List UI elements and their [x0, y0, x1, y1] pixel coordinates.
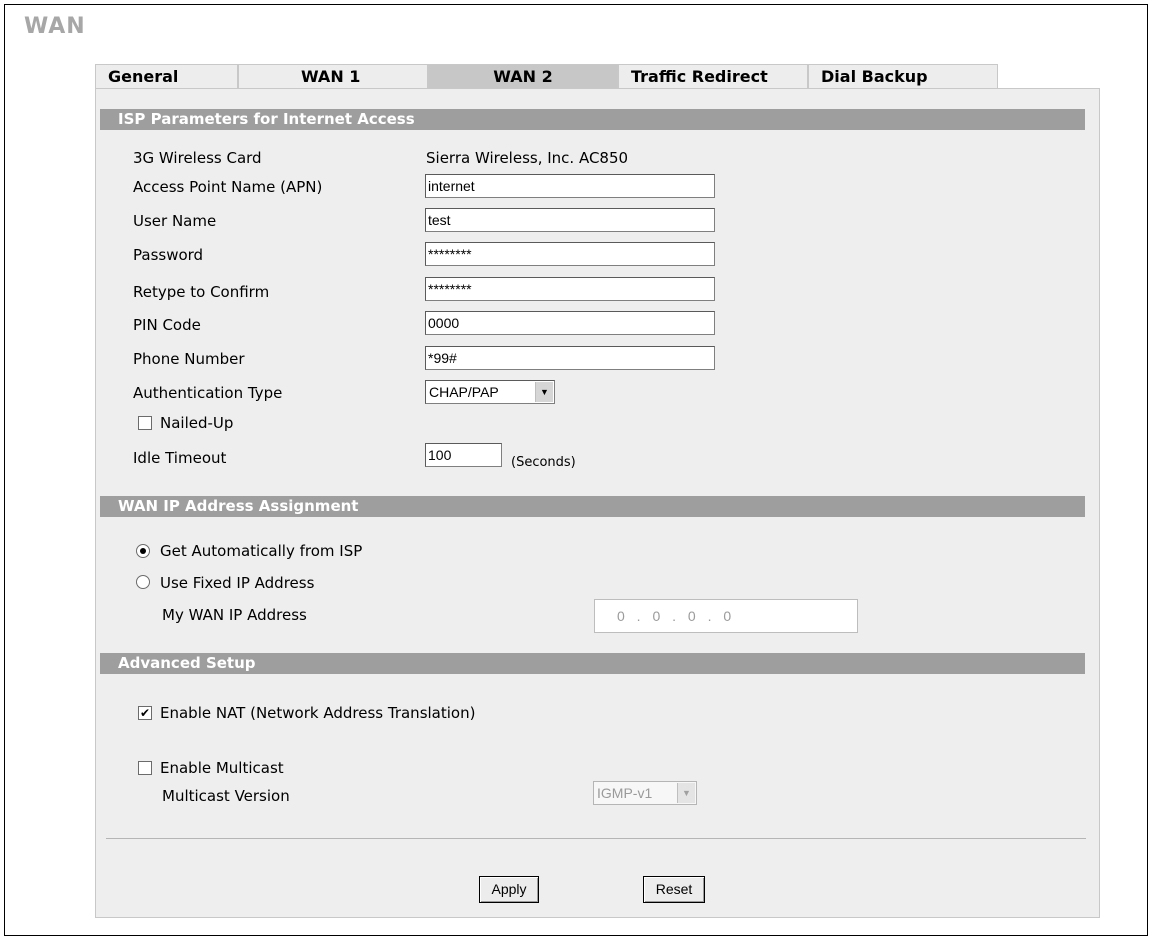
advanced-section-header: Advanced Setup — [100, 653, 1085, 674]
enable-multicast-label: Enable Multicast — [160, 759, 284, 777]
apn-label: Access Point Name (APN) — [133, 178, 323, 196]
enable-multicast-checkbox[interactable] — [138, 761, 152, 775]
nailed-up-label: Nailed-Up — [160, 414, 234, 432]
isp-section-header: ISP Parameters for Internet Access — [100, 109, 1085, 130]
multicast-version-value: IGMP-v1 — [597, 785, 653, 801]
retype-label: Retype to Confirm — [133, 283, 270, 301]
checkmark-icon: ✔ — [139, 706, 151, 720]
apn-input[interactable] — [425, 174, 715, 198]
apply-button[interactable]: Apply — [479, 876, 539, 903]
wireless-card-label: 3G Wireless Card — [133, 149, 262, 167]
auth-type-label: Authentication Type — [133, 384, 283, 402]
radio-selected-dot — [140, 548, 146, 554]
retype-password-input[interactable] — [425, 277, 715, 301]
enable-nat-checkbox[interactable]: ✔ — [138, 706, 152, 720]
wan-ip-input[interactable]: 0 . 0 . 0 . 0 — [594, 599, 858, 633]
phone-label: Phone Number — [133, 350, 245, 368]
get-auto-radio[interactable] — [136, 544, 150, 558]
wan-ip-section-header: WAN IP Address Assignment — [100, 496, 1085, 517]
reset-button[interactable]: Reset — [643, 876, 705, 903]
auth-type-value: CHAP/PAP — [429, 384, 499, 400]
page-title: WAN — [24, 14, 86, 39]
multicast-version-label: Multicast Version — [162, 787, 290, 805]
phone-input[interactable] — [425, 346, 715, 370]
dropdown-arrow-icon: ▼ — [677, 783, 695, 803]
dropdown-arrow-icon: ▼ — [535, 382, 553, 402]
wan-ip-label: My WAN IP Address — [162, 606, 307, 624]
password-input[interactable] — [425, 242, 715, 266]
idle-timeout-input[interactable] — [425, 443, 502, 467]
pin-input[interactable] — [425, 311, 715, 335]
tab-traffic-redirect[interactable]: Traffic Redirect — [618, 64, 808, 88]
enable-nat-label: Enable NAT (Network Address Translation) — [160, 704, 476, 722]
tab-dial-backup[interactable]: Dial Backup — [808, 64, 998, 88]
pin-label: PIN Code — [133, 316, 201, 334]
tab-wan-1[interactable]: WAN 1 — [238, 64, 428, 88]
multicast-version-select[interactable]: IGMP-v1 ▼ — [593, 781, 697, 805]
auth-type-select[interactable]: CHAP/PAP ▼ — [425, 380, 555, 404]
divider — [106, 838, 1086, 839]
fixed-ip-radio[interactable] — [136, 575, 150, 589]
nailed-up-checkbox[interactable] — [138, 416, 152, 430]
idle-timeout-label: Idle Timeout — [133, 449, 227, 467]
tab-wan-2[interactable]: WAN 2 — [428, 64, 618, 88]
idle-timeout-unit: (Seconds) — [511, 455, 576, 470]
password-label: Password — [133, 246, 204, 264]
username-input[interactable] — [425, 208, 715, 232]
tab-general[interactable]: General — [95, 64, 238, 88]
username-label: User Name — [133, 212, 217, 230]
wireless-card-value: Sierra Wireless, Inc. AC850 — [426, 149, 629, 167]
fixed-ip-label: Use Fixed IP Address — [160, 574, 315, 592]
get-auto-label: Get Automatically from ISP — [160, 542, 363, 560]
